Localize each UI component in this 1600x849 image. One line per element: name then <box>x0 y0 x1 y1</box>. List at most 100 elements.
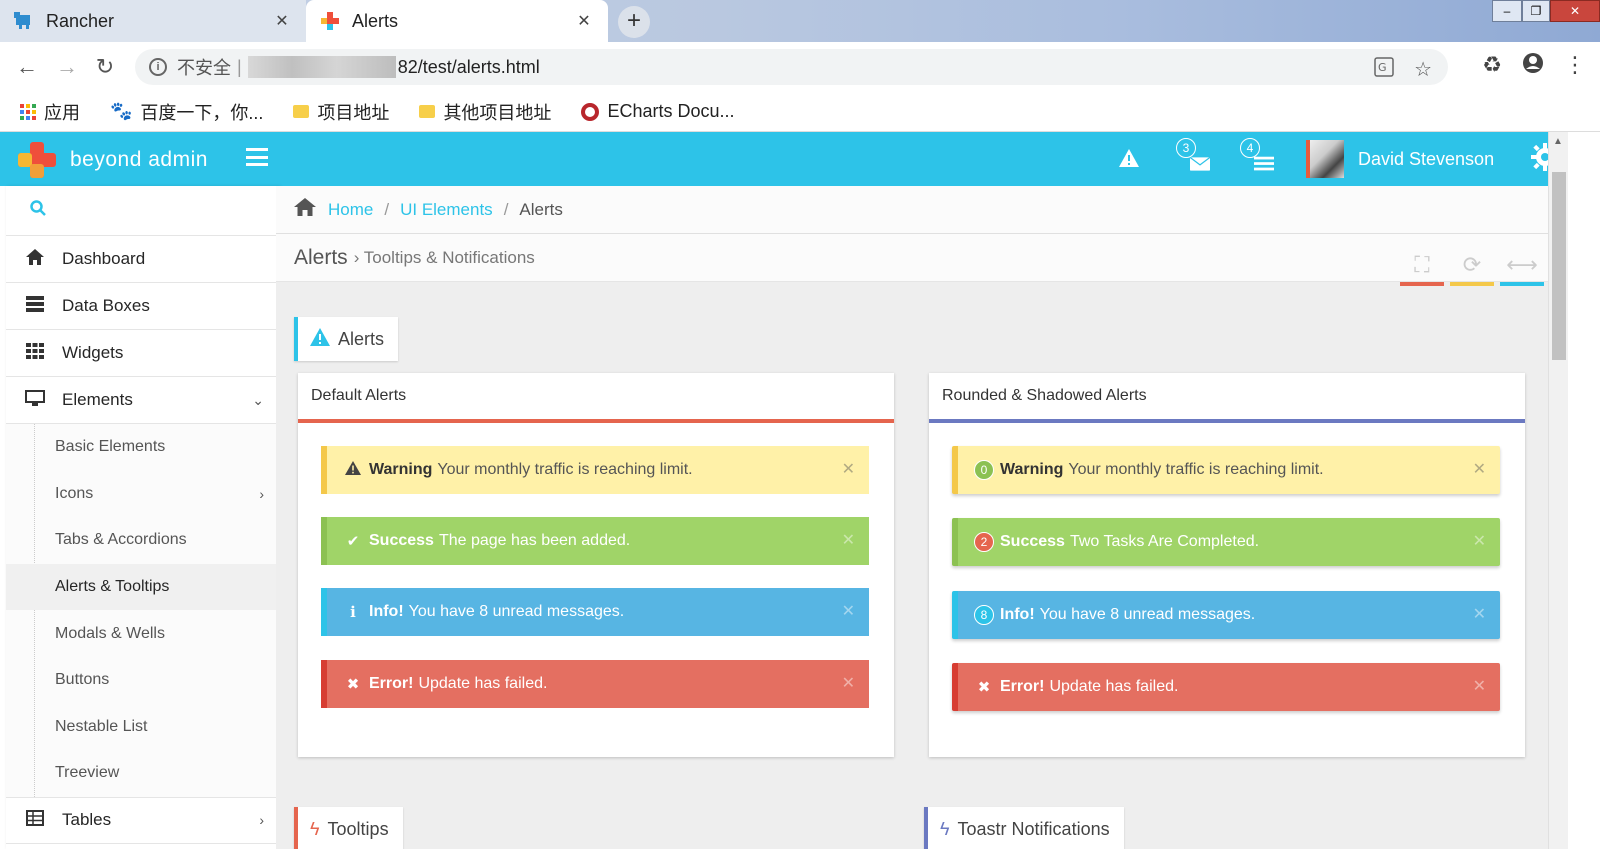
apps-grid-icon <box>20 103 36 120</box>
tab-rancher[interactable]: Rancher ✕ <box>0 0 306 42</box>
alert-strong: Warning <box>369 461 433 478</box>
forward-icon[interactable]: → <box>52 52 82 82</box>
scrollbar-thumb[interactable] <box>1552 172 1566 360</box>
chevron-right-icon: › <box>259 485 264 502</box>
submenu-item-basic-elements[interactable]: Basic Elements <box>6 424 280 471</box>
tab-alerts[interactable]: Alerts ✕ <box>306 0 608 42</box>
alert-strong: Success <box>1000 533 1065 550</box>
submenu-item-icons[interactable]: Icons › <box>6 471 280 518</box>
sidebar-item-label: Elements <box>62 390 133 409</box>
close-icon[interactable]: ✕ <box>842 601 855 621</box>
alert-error: ✖ Error! Update has failed. ✕ <box>952 663 1500 711</box>
bookmark-apps[interactable]: 应用 <box>20 99 80 125</box>
close-icon[interactable]: ✕ <box>842 530 855 550</box>
default-alerts-widget: Default Alerts Warning Your monthly traf… <box>298 373 894 757</box>
maximize-button[interactable]: ❐ <box>1522 0 1550 22</box>
profile-icon[interactable] <box>1522 52 1544 80</box>
browser-tab-bar: Rancher ✕ Alerts ✕ + – ❐ ✕ <box>0 0 1600 42</box>
close-icon[interactable]: ✕ <box>1473 459 1486 479</box>
alert-strong: Error! <box>1000 678 1045 695</box>
baidu-paw-icon: 🐾 <box>110 101 133 121</box>
alert-strong: Success <box>369 532 434 549</box>
submenu-item-modals-wells[interactable]: Modals & Wells <box>6 610 280 657</box>
breadcrumb-home-link[interactable]: Home <box>328 200 373 220</box>
minimize-button[interactable]: – <box>1492 0 1522 22</box>
breadcrumb-separator: / <box>384 199 390 219</box>
close-icon[interactable]: ✕ <box>842 673 855 693</box>
search-icon[interactable] <box>30 200 46 221</box>
sidebar-item-tables[interactable]: Tables › <box>6 796 280 844</box>
alert-strong: Info! <box>1000 606 1035 623</box>
sidebar-search[interactable] <box>6 186 280 236</box>
sidebar-item-data-boxes[interactable]: Data Boxes <box>6 283 280 330</box>
alert-strong: Warning <box>1000 461 1064 478</box>
submenu-item-label: Basic Elements <box>55 438 166 456</box>
sidebar-toggle-icon[interactable] <box>246 148 268 166</box>
tab-title: Rancher <box>46 10 115 31</box>
menu-kebab-icon[interactable]: ⋮ <box>1564 52 1586 80</box>
window-edge <box>1568 132 1600 849</box>
close-icon[interactable]: ✕ <box>1473 531 1486 551</box>
close-icon[interactable]: ✕ <box>1473 676 1486 696</box>
breadcrumb-current: Alerts <box>519 199 563 219</box>
submenu-item-label: Buttons <box>55 671 110 689</box>
extension-recycle-icon[interactable]: ♻ <box>1482 52 1502 80</box>
info-icon[interactable]: i <box>149 58 167 76</box>
breadcrumb-ui-elements-link[interactable]: UI Elements <box>400 200 493 220</box>
alert-strong: Error! <box>369 675 414 692</box>
collapse-horizontal-icon[interactable]: ⟷ <box>1500 244 1544 286</box>
check-icon: ✔ <box>346 533 360 550</box>
submenu-item-treeview[interactable]: Treeview <box>6 750 280 797</box>
alert-text: You have 8 unread messages. <box>1039 606 1256 623</box>
sidebar-item-dashboard[interactable]: Dashboard <box>6 236 280 283</box>
sidebar-item-widgets[interactable]: Widgets <box>6 330 280 377</box>
alerts-warning-icon[interactable] <box>1112 138 1146 178</box>
reload-icon[interactable]: ↻ <box>90 52 120 82</box>
bookmark-echarts[interactable]: ECharts Docu... <box>581 101 734 122</box>
section-tag-label: Toastr Notifications <box>957 818 1110 839</box>
messages-envelope-icon[interactable]: 3 <box>1176 138 1210 178</box>
bookmark-label: 项目地址 <box>317 102 390 123</box>
insecure-label: 不安全 <box>177 58 231 78</box>
svg-text:G: G <box>1378 61 1387 74</box>
submenu-item-buttons[interactable]: Buttons <box>6 657 280 704</box>
translate-icon[interactable]: G <box>1374 57 1394 83</box>
widget-title: Rounded & Shadowed Alerts <box>942 387 1147 404</box>
home-icon[interactable] <box>294 197 316 222</box>
folder-icon <box>293 105 310 118</box>
section-tag-toastr: ϟ Toastr Notifications <box>924 807 1124 849</box>
sidebar-item-elements[interactable]: Elements ⌄ <box>6 377 280 424</box>
section-tag-label: Tooltips <box>327 818 389 839</box>
scroll-up-icon[interactable]: ▲ <box>1553 136 1563 147</box>
count-badge: 2 <box>974 532 994 552</box>
fullscreen-icon[interactable]: ⛶ <box>1400 244 1444 286</box>
count-badge: 0 <box>974 460 994 480</box>
tab-close-icon[interactable]: ✕ <box>272 11 292 31</box>
close-icon[interactable]: ✕ <box>1473 604 1486 624</box>
submenu-item-alerts-tooltips[interactable]: Alerts & Tooltips <box>6 563 280 611</box>
submenu-item-tabs-accordions[interactable]: Tabs & Accordions <box>6 517 280 564</box>
tasks-list-icon[interactable]: 4 <box>1240 138 1274 178</box>
bookmark-other-projects[interactable]: 其他项目地址 <box>419 99 551 125</box>
bookmark-baidu[interactable]: 🐾 百度一下，你... <box>110 99 263 125</box>
server-icon <box>24 295 46 317</box>
tab-close-icon[interactable]: ✕ <box>574 11 594 31</box>
bookmark-star-icon[interactable]: ☆ <box>1414 57 1432 83</box>
back-icon[interactable]: ← <box>12 52 42 82</box>
submenu-item-label: Icons <box>55 484 94 502</box>
submenu-item-nestable-list[interactable]: Nestable List <box>6 704 280 751</box>
bookmark-project-address[interactable]: 项目地址 <box>293 99 389 125</box>
brand-logo[interactable]: beyond admin <box>16 140 208 180</box>
header-icons: 3 4 <box>1112 138 1274 178</box>
page-scrollbar[interactable]: ▲ <box>1548 132 1568 849</box>
refresh-icon[interactable]: ⟳ <box>1450 244 1494 286</box>
count-badge: 8 <box>974 605 994 625</box>
breadcrumb: Home / UI Elements / Alerts <box>276 186 1548 234</box>
user-menu[interactable]: David Stevenson <box>1306 140 1494 178</box>
address-separator: | <box>237 56 242 77</box>
times-icon: ✖ <box>346 676 360 693</box>
close-window-button[interactable]: ✕ <box>1550 0 1600 22</box>
close-icon[interactable]: ✕ <box>842 459 855 479</box>
address-bar[interactable]: i 不安全 | 82/test/alerts.html G ☆ <box>135 49 1448 85</box>
new-tab-button[interactable]: + <box>618 6 650 38</box>
